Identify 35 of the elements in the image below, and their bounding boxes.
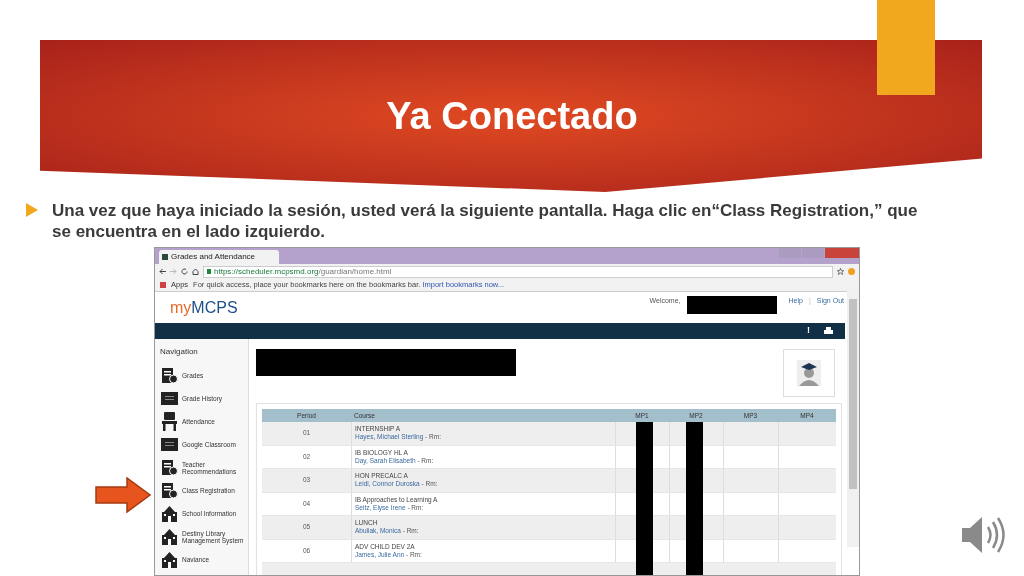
chair-icon [160,412,178,431]
url-text: https://scheduler.mcpsmd.org/guardian/home.html [214,265,392,278]
slide-title: Ya Conectado [386,94,638,139]
document-icon [160,367,178,384]
update-icon[interactable] [848,268,855,275]
tab-title: Grades and Attendance [171,251,257,263]
close-button[interactable] [825,248,859,258]
bullet-text: Una vez que haya iniciado la sesión, usted verá la siguiente pantalla. Haga clic en“Class Registration,” que se encuentra en el lado izquierdo. [52,200,919,242]
arrow-icon [95,477,151,513]
browser-tab[interactable]: Grades and Attendance [159,250,279,264]
site-logo[interactable]: myMCPS [170,295,238,320]
school-icon [160,505,178,522]
board-icon [160,391,178,406]
school-icon [160,551,178,568]
school-icon [160,528,178,545]
lock-icon [207,269,211,274]
forward-icon[interactable] [170,268,177,275]
address-bar[interactable]: https://scheduler.mcpsmd.org/guardian/home.html [203,265,833,278]
back-icon[interactable] [159,268,166,275]
minimize-button[interactable] [779,248,801,258]
alert-icon[interactable]: ! [807,324,810,338]
document-icon [160,482,178,499]
printer-icon[interactable] [824,327,833,335]
board-icon [160,437,178,452]
bullet-icon [26,203,38,217]
reload-icon[interactable] [181,268,188,275]
star-icon[interactable] [837,268,844,275]
favicon-icon [162,254,168,260]
maximize-button[interactable] [802,248,824,258]
apps-icon[interactable] [160,282,166,288]
student-avatar-icon [797,360,821,386]
navigation-heading: Navigation [160,346,199,358]
home-icon[interactable] [192,268,199,275]
scrollbar-thumb[interactable] [849,299,857,489]
document-icon [160,459,178,476]
